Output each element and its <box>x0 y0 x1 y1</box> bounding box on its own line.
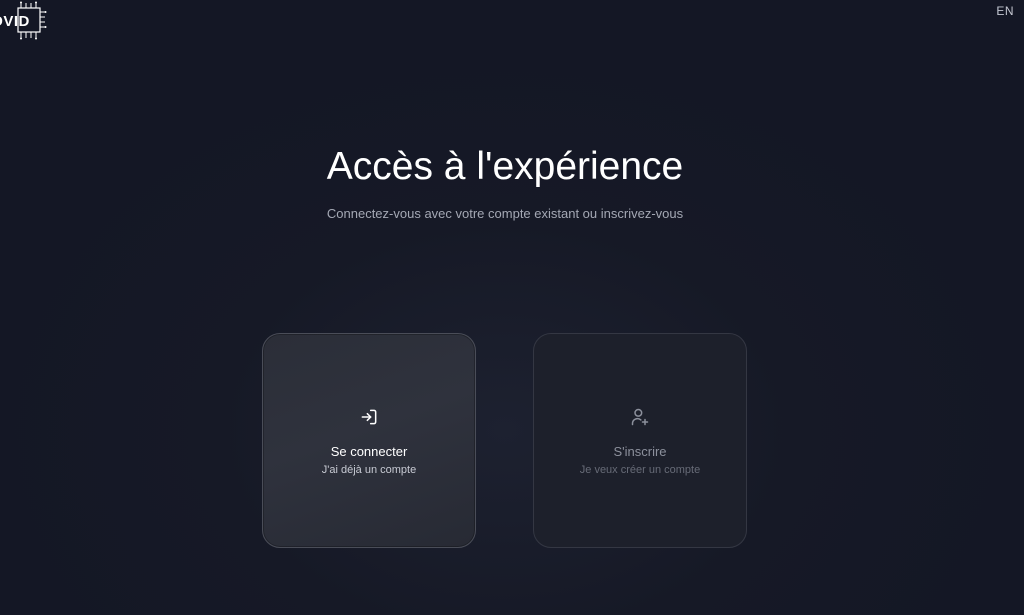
signup-card-sublabel: Je veux créer un compte <box>579 464 701 476</box>
signup-card-label: S'inscrire <box>613 444 667 459</box>
user-plus-icon <box>534 407 746 427</box>
logo-text: DVID <box>0 13 30 30</box>
page-title: Accès à l'expérience <box>326 145 684 188</box>
login-card-label: Se connecter <box>330 444 408 459</box>
chip-logo-icon: DVID <box>0 1 47 40</box>
login-card[interactable]: Se connecter J'ai déjà un compte <box>262 333 476 548</box>
login-icon <box>263 407 475 427</box>
logo[interactable]: DVID <box>0 0 50 44</box>
language-toggle[interactable]: EN <box>996 4 1014 18</box>
login-card-sublabel: J'ai déjà un compte <box>321 464 417 476</box>
page-subtitle: Connectez-vous avec votre compte existan… <box>326 206 684 221</box>
signup-card[interactable]: S'inscrire Je veux créer un compte <box>533 333 747 548</box>
